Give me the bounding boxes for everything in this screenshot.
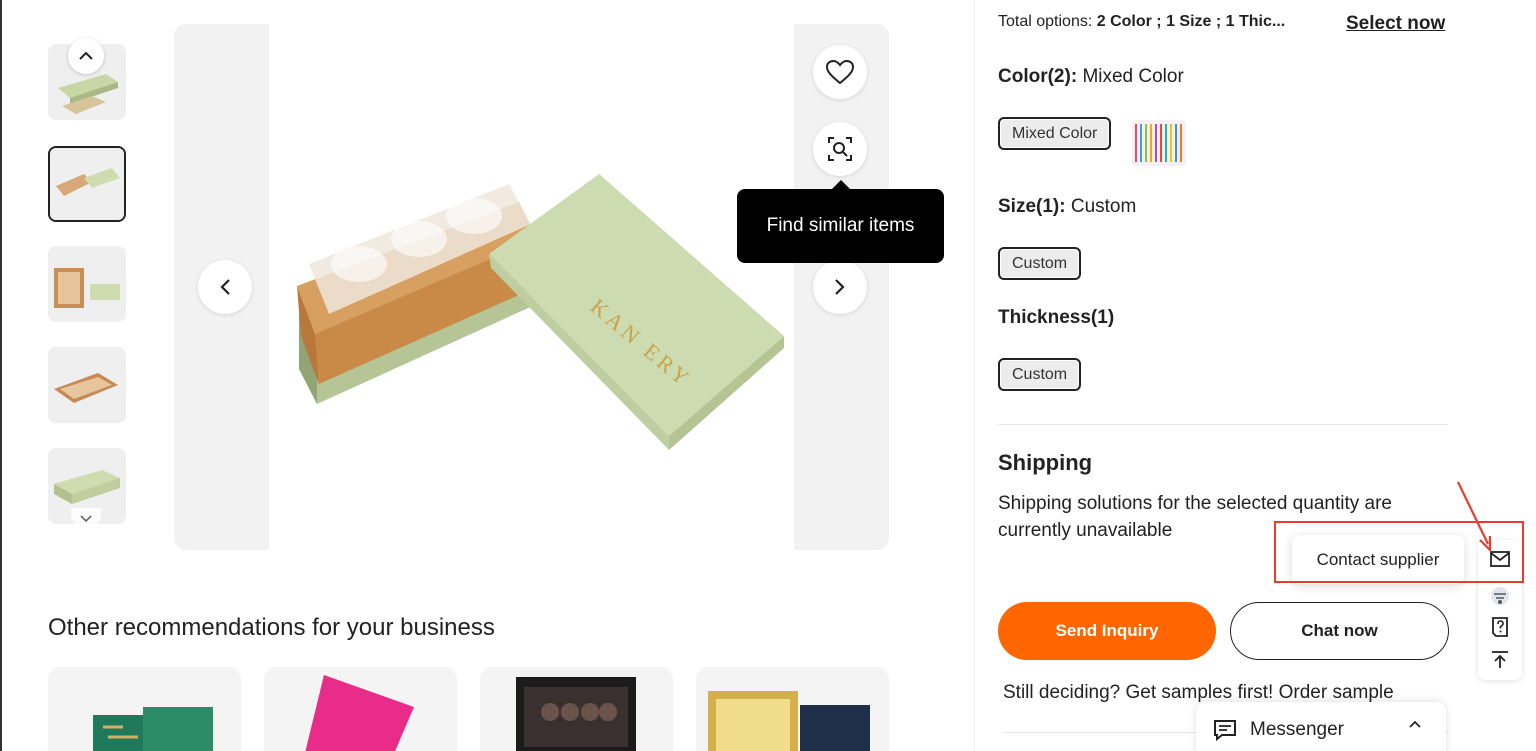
thumbnail-2[interactable] <box>48 146 126 222</box>
find-similar-button[interactable] <box>813 122 867 176</box>
annotation-arrow-icon <box>1457 481 1492 553</box>
favorite-button[interactable] <box>813 45 867 99</box>
image-search-icon <box>828 137 852 161</box>
chevron-right-icon <box>835 279 845 295</box>
thumbnail-scroll-up-button[interactable] <box>68 38 104 74</box>
total-options-value: 2 Color ; 1 Size ; 1 Thic... <box>1096 13 1286 30</box>
help-document-icon <box>1492 617 1508 637</box>
size-option-label: Size(1): <box>998 196 1066 217</box>
thumbnail-4[interactable] <box>48 347 126 423</box>
color-option-value: Mixed Color <box>1082 66 1184 87</box>
thumbnail-scroll-down-button[interactable] <box>71 508 101 528</box>
next-image-button[interactable] <box>813 260 867 314</box>
order-sample-prompt[interactable]: Still deciding? Get samples first! Order… <box>1003 682 1394 704</box>
messenger-label: Messenger <box>1250 719 1344 740</box>
thumbnail-3[interactable] <box>48 246 126 322</box>
assistant-avatar-button[interactable] <box>1489 585 1511 607</box>
thickness-chip-custom[interactable]: Custom <box>998 358 1082 391</box>
back-to-top-button[interactable] <box>1489 649 1511 671</box>
arrow-up-to-top-icon <box>1492 651 1508 668</box>
section-divider <box>998 424 1448 425</box>
send-inquiry-button[interactable]: Send Inquiry <box>998 602 1216 660</box>
recommendations-title: Other recommendations for your business <box>48 614 495 641</box>
shipping-title: Shipping <box>998 450 1093 475</box>
thickness-option-title: Thickness(1) <box>998 307 1114 329</box>
size-chip-custom[interactable]: Custom <box>998 247 1082 280</box>
heart-icon <box>825 59 855 85</box>
previous-image-button[interactable] <box>198 260 252 314</box>
recommendation-card[interactable] <box>264 667 457 751</box>
total-options-label: Total options: <box>998 13 1093 30</box>
select-now-link[interactable]: Select now <box>1346 13 1445 35</box>
assistant-icon <box>1491 587 1509 605</box>
window-edge <box>0 0 2 751</box>
chevron-up-icon[interactable] <box>1408 720 1422 729</box>
chevron-up-icon <box>79 51 93 60</box>
thickness-option-label: Thickness(1) <box>998 307 1115 328</box>
color-option-title: Color(2): Mixed Color <box>998 66 1184 88</box>
product-photo: KAN ERY <box>297 174 784 450</box>
chat-bubble-icon <box>1214 720 1236 742</box>
help-feedback-button[interactable] <box>1489 616 1511 638</box>
size-option-title: Size(1): Custom <box>998 196 1136 218</box>
recommendation-card[interactable] <box>696 667 889 751</box>
chevron-down-icon <box>80 514 92 522</box>
main-product-image[interactable]: KAN ERY <box>174 24 889 550</box>
color-swatch-image[interactable] <box>1132 120 1186 166</box>
chat-now-button[interactable]: Chat now <box>1230 602 1449 660</box>
recommendation-card[interactable] <box>480 667 673 751</box>
chevron-left-icon <box>220 279 230 295</box>
messenger-bar[interactable]: Messenger <box>1196 702 1446 751</box>
color-option-label: Color(2): <box>998 66 1078 87</box>
recommendation-card[interactable] <box>48 667 241 751</box>
color-chip-mixed[interactable]: Mixed Color <box>998 117 1112 150</box>
total-options: Total options: 2 Color ; 1 Size ; 1 Thic… <box>998 13 1285 31</box>
size-option-value: Custom <box>1070 196 1137 217</box>
find-similar-tooltip: Find similar items <box>737 180 944 263</box>
